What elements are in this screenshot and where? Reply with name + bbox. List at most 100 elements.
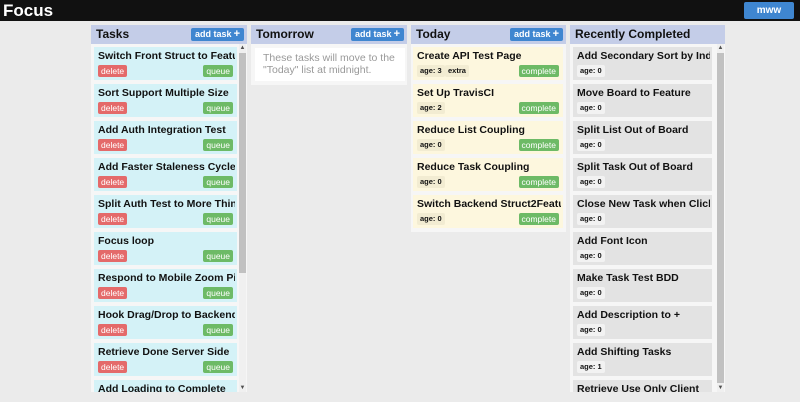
task-title: Retrieve Done Server Side [98, 346, 230, 358]
task-card[interactable]: Reduce Task Coupling age: 0 complete [413, 158, 563, 191]
complete-button[interactable]: complete [518, 213, 559, 225]
queue-button[interactable]: queue [203, 250, 233, 262]
task-title: Add Font Icon [577, 235, 648, 247]
column-header: Tomorrow add task + [251, 25, 407, 44]
task-title: Hook Drag/Drop to Backend [98, 309, 235, 321]
completed-card[interactable]: Make Task Test BDD age: 0 [573, 269, 712, 302]
task-card[interactable]: Respond to Mobile Zoom Pinch delete queu… [94, 269, 237, 302]
task-title: Add Shifting Tasks [577, 346, 672, 358]
completed-card[interactable]: Retrieve Use Only Client [573, 380, 712, 392]
task-title: Split List Out of Board [577, 124, 689, 136]
queue-button[interactable]: queue [203, 102, 233, 114]
column-title: Today [416, 27, 451, 41]
completed-card[interactable]: Split Task Out of Board age: 0 [573, 158, 712, 191]
complete-button[interactable]: complete [518, 139, 559, 151]
completed-card[interactable]: Close New Task when Click Out age: 0 [573, 195, 712, 228]
scroll-thumb[interactable] [717, 53, 724, 383]
column-header: Recently Completed [570, 25, 725, 44]
task-title: Create API Test Page [417, 50, 522, 62]
tasks-scrollbar[interactable]: ▲ ▼ [239, 44, 246, 392]
queue-button[interactable]: queue [203, 176, 233, 188]
completed-list: Add Secondary Sort by Index age: 0 Move … [573, 47, 712, 392]
add-task-button[interactable]: add task + [351, 28, 404, 41]
task-card[interactable]: Add Loading to Complete [94, 380, 237, 392]
delete-button[interactable]: delete [98, 250, 128, 262]
today-list: Create API Test Page age: 3 extra comple… [413, 47, 563, 232]
completed-card[interactable]: Split List Out of Board age: 0 [573, 121, 712, 154]
queue-button[interactable]: queue [203, 287, 233, 299]
age-badge: age: 0 [577, 324, 605, 336]
task-title: Add Description to + [577, 309, 680, 321]
task-card[interactable]: Switch Backend Struct2Feature age: 0 com… [413, 195, 563, 228]
task-card[interactable]: Add Auth Integration Test delete queue [94, 121, 237, 154]
column-title: Tomorrow [256, 27, 314, 41]
task-card[interactable]: Retrieve Done Server Side delete queue [94, 343, 237, 376]
scroll-down-arrow-icon[interactable]: ▼ [717, 384, 724, 392]
completed-card[interactable]: Move Board to Feature age: 0 [573, 84, 712, 117]
column-title: Tasks [96, 27, 130, 41]
age-badge: age: 1 [577, 361, 605, 373]
scroll-thumb[interactable] [239, 53, 246, 273]
scroll-up-arrow-icon[interactable]: ▲ [717, 44, 724, 52]
age-badge: age: 0 [577, 176, 605, 188]
delete-button[interactable]: delete [98, 176, 128, 188]
add-task-button[interactable]: add task + [510, 28, 563, 41]
task-card[interactable]: Focus loop delete queue [94, 232, 237, 265]
scroll-down-arrow-icon[interactable]: ▼ [239, 384, 246, 392]
complete-button[interactable]: complete [518, 102, 559, 114]
queue-button[interactable]: queue [203, 213, 233, 225]
task-title: Add Auth Integration Test [98, 124, 226, 136]
queue-button[interactable]: queue [203, 139, 233, 151]
delete-button[interactable]: delete [98, 287, 128, 299]
plus-icon: + [233, 28, 240, 40]
task-title: Sort Support Multiple Size [98, 87, 229, 99]
task-title: Reduce Task Coupling [417, 161, 530, 173]
delete-button[interactable]: delete [98, 213, 128, 225]
user-button[interactable]: mww [744, 2, 794, 19]
task-card[interactable]: Set Up TravisCI age: 2 complete [413, 84, 563, 117]
column-header: Tasks add task + [91, 25, 247, 44]
age-badge: age: 0 [577, 65, 605, 77]
task-title: Switch Front Struct to Feature [98, 50, 235, 62]
age-badge: age: 3 [417, 65, 445, 77]
task-list: Switch Front Struct to Feature delete qu… [94, 47, 237, 392]
task-card[interactable]: Reduce List Coupling age: 0 complete [413, 121, 563, 154]
task-title: Set Up TravisCI [417, 87, 495, 99]
task-card[interactable]: Hook Drag/Drop to Backend delete queue [94, 306, 237, 339]
age-badge: age: 0 [417, 176, 445, 188]
plus-icon: + [393, 28, 400, 40]
task-card[interactable]: Switch Front Struct to Feature delete qu… [94, 47, 237, 80]
task-card[interactable]: Add Faster Staleness Cycle delete queue [94, 158, 237, 191]
task-card[interactable]: Sort Support Multiple Size delete queue [94, 84, 237, 117]
queue-button[interactable]: queue [203, 361, 233, 373]
top-bar: Focus mww [0, 0, 800, 21]
task-card[interactable]: Split Auth Test to More Things delete qu… [94, 195, 237, 228]
complete-button[interactable]: complete [518, 176, 559, 188]
age-badge: age: 0 [577, 102, 605, 114]
task-title: Make Task Test BDD [577, 272, 679, 284]
task-title: Add Secondary Sort by Index [577, 50, 710, 62]
delete-button[interactable]: delete [98, 102, 128, 114]
app-title: Focus [3, 1, 54, 20]
delete-button[interactable]: delete [98, 361, 128, 373]
completed-card[interactable]: Add Secondary Sort by Index age: 0 [573, 47, 712, 80]
delete-button[interactable]: delete [98, 324, 128, 336]
add-task-button[interactable]: add task + [191, 28, 244, 41]
age-badge: age: 0 [577, 250, 605, 262]
task-title: Retrieve Use Only Client [577, 383, 699, 392]
tomorrow-empty-note: These tasks will move to the "Today" lis… [255, 48, 405, 81]
task-card[interactable]: Create API Test Page age: 3 extra comple… [413, 47, 563, 80]
delete-button[interactable]: delete [98, 65, 128, 77]
complete-button[interactable]: complete [518, 65, 559, 77]
task-title: Move Board to Feature [577, 87, 691, 99]
delete-button[interactable]: delete [98, 139, 128, 151]
scroll-up-arrow-icon[interactable]: ▲ [239, 44, 246, 52]
completed-card[interactable]: Add Shifting Tasks age: 1 [573, 343, 712, 376]
age-badge: age: 0 [577, 139, 605, 151]
completed-scrollbar[interactable]: ▲ ▼ [717, 44, 724, 392]
column-recently-completed: Recently Completed Add Secondary Sort by… [570, 25, 725, 392]
queue-button[interactable]: queue [203, 324, 233, 336]
queue-button[interactable]: queue [203, 65, 233, 77]
completed-card[interactable]: Add Font Icon age: 0 [573, 232, 712, 265]
completed-card[interactable]: Add Description to + age: 0 [573, 306, 712, 339]
